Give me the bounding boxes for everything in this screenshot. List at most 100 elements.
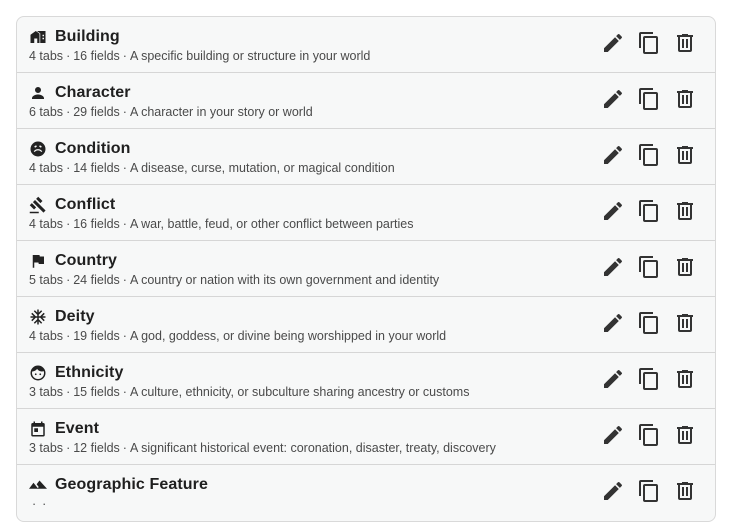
template-row[interactable]: Ethnicity 3 tabs · 15 fields · A culture, eth… — [17, 353, 715, 409]
edit-button[interactable] — [601, 33, 625, 57]
template-meta: 4 tabs · 14 fields · A disease, curse, mutat… — [29, 161, 395, 175]
template-row[interactable]: Building 4 tabs · 16 fields · A specific buil… — [17, 17, 715, 73]
duplicate-button[interactable] — [637, 255, 661, 281]
template-row[interactable]: Deity 4 tabs · 19 fields · A god, goddess, or… — [17, 297, 715, 353]
pencil-icon — [601, 31, 625, 60]
meta-separator: · — [122, 385, 127, 399]
row-actions — [601, 143, 697, 172]
field-count: 24 fields — [73, 273, 120, 287]
template-title-line: Ethnicity — [29, 363, 123, 383]
meta-separator: · — [66, 217, 71, 231]
meta-separator: · — [66, 385, 71, 399]
trash-icon — [673, 199, 697, 228]
edit-button[interactable] — [601, 145, 625, 169]
row-actions — [601, 423, 697, 449]
edit-button[interactable] — [601, 313, 625, 337]
template-description: A character in your story or world — [129, 105, 313, 119]
template-description: A specific building or structure in your… — [129, 49, 371, 63]
delete-button[interactable] — [673, 369, 697, 393]
copy-icon — [637, 367, 661, 396]
template-row[interactable]: Conflict 4 tabs · 16 fields · A war, battle, … — [17, 185, 715, 241]
template-description: A culture, ethnicity, or subculture shar… — [129, 385, 470, 399]
meta-separator: · — [122, 273, 127, 287]
tab-count: 4 tabs — [29, 49, 64, 63]
template-title-line: Event — [29, 419, 99, 439]
delete-button[interactable] — [673, 201, 697, 225]
edit-button[interactable] — [601, 201, 625, 225]
edit-button[interactable] — [601, 257, 625, 281]
pencil-icon — [601, 143, 625, 172]
person-icon — [29, 84, 47, 102]
row-actions — [601, 255, 697, 281]
duplicate-button[interactable] — [637, 367, 661, 396]
field-count: 15 fields — [73, 385, 120, 399]
meta-separator: · — [66, 161, 71, 175]
tab-count: 3 tabs — [29, 385, 64, 399]
trash-icon — [673, 87, 697, 116]
duplicate-button[interactable] — [637, 479, 661, 505]
delete-button[interactable] — [673, 89, 697, 113]
row-actions — [601, 31, 697, 60]
delete-button[interactable] — [673, 313, 697, 337]
delete-button[interactable] — [673, 481, 697, 505]
trash-icon — [673, 479, 697, 508]
pencil-icon — [601, 367, 625, 396]
delete-button[interactable] — [673, 33, 697, 57]
template-name: Condition — [55, 140, 131, 157]
copy-icon — [637, 31, 661, 60]
template-title-line: Country — [29, 251, 117, 271]
template-row[interactable]: Event 3 tabs · 12 fields · A significant hist… — [17, 409, 715, 465]
template-row[interactable]: Condition 4 tabs · 14 fields · A disease, cur… — [17, 129, 715, 185]
edit-button[interactable] — [601, 425, 625, 449]
trash-icon — [673, 423, 697, 452]
template-name: Geographic Feature — [55, 476, 208, 493]
meta-separator: · — [66, 273, 71, 287]
edit-button[interactable] — [601, 89, 625, 113]
template-description: A god, goddess, or divine being worshipp… — [129, 329, 447, 343]
duplicate-button[interactable] — [637, 87, 661, 113]
pencil-icon — [601, 255, 625, 284]
delete-button[interactable] — [673, 145, 697, 169]
template-description: A war, battle, feud, or other conflict b… — [129, 217, 414, 231]
template-name: Conflict — [55, 196, 116, 213]
edit-button[interactable] — [601, 369, 625, 393]
gavel-icon — [29, 196, 47, 214]
duplicate-button[interactable] — [637, 311, 661, 340]
row-actions — [601, 367, 697, 396]
duplicate-button[interactable] — [637, 199, 661, 228]
tab-count: 6 tabs — [29, 105, 64, 119]
trash-icon — [673, 311, 697, 340]
field-count: 12 fields — [73, 441, 120, 455]
delete-button[interactable] — [673, 257, 697, 281]
building-icon — [29, 28, 47, 46]
row-actions — [601, 479, 697, 505]
template-description: A disease, curse, mutation, or magical c… — [129, 161, 395, 175]
template-name: Ethnicity — [55, 364, 124, 381]
meta-separator: · — [66, 441, 71, 455]
template-meta: 3 tabs · 15 fields · A culture, ethnicity, o… — [29, 385, 469, 399]
calendar-icon — [29, 420, 47, 438]
field-count: 16 fields — [73, 49, 120, 63]
copy-icon — [637, 143, 661, 172]
meta-separator: · — [122, 217, 127, 231]
duplicate-button[interactable] — [637, 143, 661, 172]
template-row[interactable]: Geographic Feature · · — [17, 465, 715, 521]
delete-button[interactable] — [673, 425, 697, 449]
copy-icon — [637, 311, 661, 340]
tab-count: 3 tabs — [29, 441, 64, 455]
template-meta: 6 tabs · 29 fields · A character in your sto… — [29, 105, 313, 119]
template-row[interactable]: Character 6 tabs · 29 fields · A character in… — [17, 73, 715, 129]
trash-icon — [673, 31, 697, 60]
mountain-icon — [29, 476, 47, 494]
template-row[interactable]: Country 5 tabs · 24 fields · A country or nat… — [17, 241, 715, 297]
field-count: 29 fields — [73, 105, 120, 119]
duplicate-button[interactable] — [637, 31, 661, 60]
meta-separator: · — [122, 329, 127, 343]
tab-count: 4 tabs — [29, 217, 64, 231]
edit-button[interactable] — [601, 481, 625, 505]
meta-separator: · — [66, 329, 71, 343]
copy-icon — [637, 199, 661, 228]
field-count: 19 fields — [73, 329, 120, 343]
duplicate-button[interactable] — [637, 423, 661, 449]
template-title-line: Deity — [29, 307, 95, 327]
